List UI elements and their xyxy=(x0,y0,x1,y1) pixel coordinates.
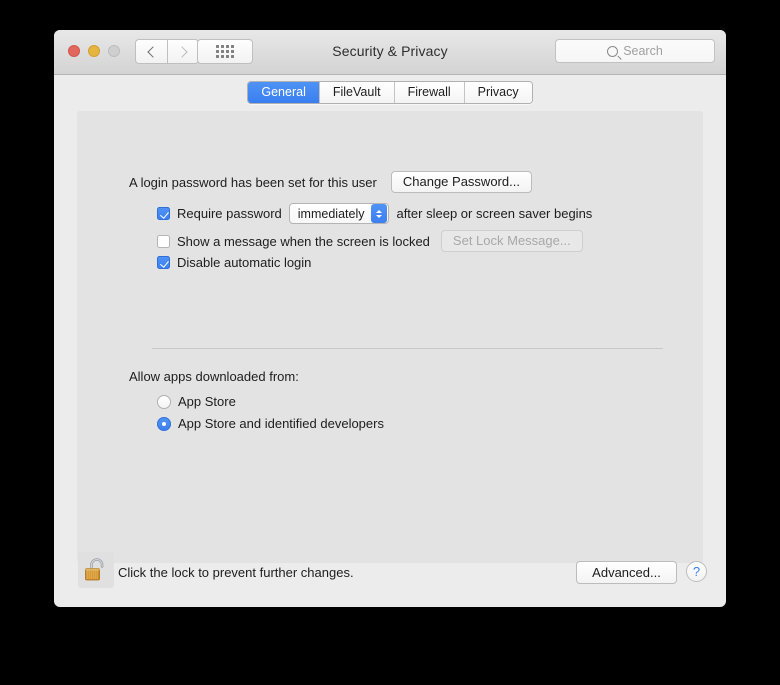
disable-auto-login-label: Disable automatic login xyxy=(177,255,311,270)
allow-apps-option-app-store[interactable]: App Store xyxy=(157,394,236,409)
tab-firewall[interactable]: Firewall xyxy=(395,82,465,103)
allow-apps-heading-row: Allow apps downloaded from: xyxy=(129,369,299,384)
help-button[interactable]: ? xyxy=(686,561,707,582)
section-divider xyxy=(152,348,663,349)
show-lock-message-label: Show a message when the screen is locked xyxy=(177,234,430,249)
search-placeholder: Search xyxy=(623,44,663,58)
change-password-button[interactable]: Change Password... xyxy=(391,171,532,193)
require-password-delay-popup[interactable]: immediately xyxy=(289,203,390,224)
disable-auto-login-checkbox[interactable] xyxy=(157,256,170,269)
tab-filevault[interactable]: FileVault xyxy=(320,82,395,103)
advanced-button[interactable]: Advanced... xyxy=(576,561,677,584)
preferences-window: Security & Privacy Search General FileVa… xyxy=(54,30,726,607)
require-password-suffix: after sleep or screen saver begins xyxy=(396,206,592,221)
disable-auto-login-row: Disable automatic login xyxy=(157,255,311,270)
set-lock-message-button: Set Lock Message... xyxy=(441,230,583,252)
radio-identified-developers-label: App Store and identified developers xyxy=(178,416,384,431)
allow-apps-heading: Allow apps downloaded from: xyxy=(129,369,299,384)
require-password-checkbox[interactable] xyxy=(157,207,170,220)
chevron-updown-icon xyxy=(371,204,387,223)
login-password-text: A login password has been set for this u… xyxy=(129,175,377,190)
search-field[interactable]: Search xyxy=(555,39,715,63)
allow-apps-option-identified-developers[interactable]: App Store and identified developers xyxy=(157,416,384,431)
tab-group: General FileVault Firewall Privacy xyxy=(247,81,532,104)
general-settings-panel: A login password has been set for this u… xyxy=(77,111,703,563)
lock-button[interactable] xyxy=(78,552,114,588)
require-password-row: Require password immediately after sleep… xyxy=(157,203,592,224)
tab-bar: General FileVault Firewall Privacy xyxy=(54,81,726,104)
unlocked-padlock-icon xyxy=(78,552,114,588)
radio-app-store[interactable] xyxy=(157,395,171,409)
show-lock-message-checkbox[interactable] xyxy=(157,235,170,248)
lock-hint-text: Click the lock to prevent further change… xyxy=(118,565,354,580)
require-password-delay-value: immediately xyxy=(298,207,365,221)
login-password-row: A login password has been set for this u… xyxy=(129,171,532,193)
tab-privacy[interactable]: Privacy xyxy=(465,82,532,103)
radio-app-store-label: App Store xyxy=(178,394,236,409)
require-password-label: Require password xyxy=(177,206,282,221)
window-titlebar: Security & Privacy Search xyxy=(54,30,726,75)
show-lock-message-row: Show a message when the screen is locked… xyxy=(157,230,583,252)
search-icon xyxy=(607,46,618,57)
tab-general[interactable]: General xyxy=(248,82,319,103)
radio-identified-developers[interactable] xyxy=(157,417,171,431)
